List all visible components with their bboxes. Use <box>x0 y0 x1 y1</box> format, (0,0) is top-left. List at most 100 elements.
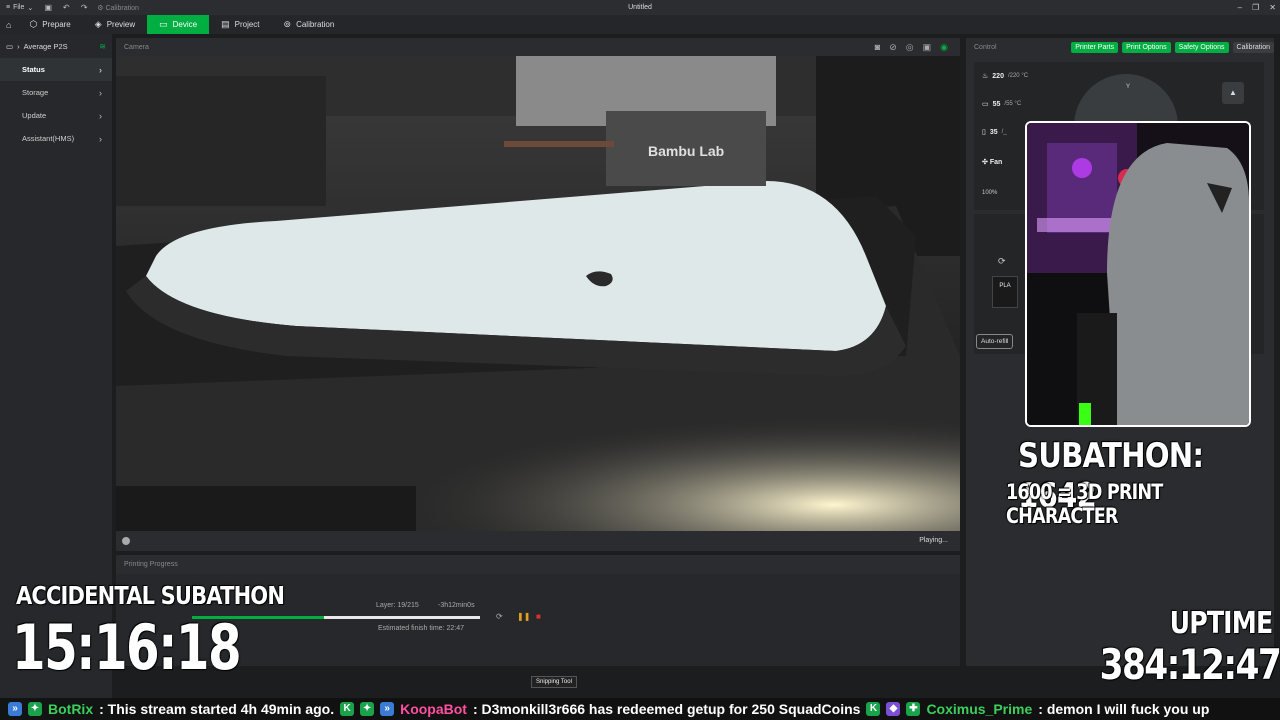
live-icon[interactable]: ◉ <box>940 42 948 53</box>
accidental-subathon-label: ACCIDENTAL SUBATHON <box>16 581 285 610</box>
save-icon[interactable]: ▣ <box>43 3 53 13</box>
layer-count: Layer: 19/215 <box>376 602 419 609</box>
kick-icon: K <box>866 702 881 716</box>
subathon-goal-note: 1600 = 3D PRINT CHARACTER <box>1006 480 1163 528</box>
title-bar: ≡ File ⌄ ▣ ↶ ↷ ⚙ Calibration Untitled – … <box>0 0 1280 15</box>
bambu-lab-logo: Bambu Lab <box>648 143 724 159</box>
auto-refill-button[interactable]: Auto-refill <box>976 334 1014 349</box>
estimated-finish-time: Estimated finish time: 22:47 <box>378 625 464 632</box>
bot-icon: ✦ <box>28 702 42 716</box>
printer-parts-button[interactable]: Printer Parts <box>1071 41 1119 53</box>
nozzle-temp[interactable]: ♨ 220/220 °C <box>982 72 1028 81</box>
printer-icon: ▭ <box>6 41 14 51</box>
tab-preview[interactable]: ◈ Preview <box>83 15 147 34</box>
calibration-shortcut[interactable]: ⚙ Calibration <box>97 4 139 12</box>
timelapse-icon[interactable]: ◎ <box>906 42 914 53</box>
device-icon: ▭ <box>159 19 168 29</box>
camera-footer: Playing... <box>116 531 960 551</box>
minimize-icon[interactable]: – <box>1238 3 1242 12</box>
chevron-right-icon: › <box>99 110 102 121</box>
jog-y-label: Y <box>1126 84 1131 90</box>
z-up-button[interactable]: ▲ <box>1222 82 1244 104</box>
chat-username: KoopaBot <box>400 701 467 717</box>
bot-icon: ✦ <box>360 702 375 716</box>
bed-icon: ▭ <box>982 101 989 108</box>
user-camera-icon[interactable]: ◙ <box>875 42 880 53</box>
chevron-down-icon: ⌄ <box>27 4 34 12</box>
record-icon[interactable]: ▣ <box>923 42 932 53</box>
platform-icon: » <box>8 702 22 716</box>
tab-preview-label: Preview <box>106 20 136 29</box>
uptime-value: 384:12:47 <box>1099 640 1280 689</box>
device-name: Average P2S <box>23 41 68 51</box>
calibration-icon: ⊚ <box>283 19 292 29</box>
file-menu-label: File <box>13 4 25 11</box>
chevron-right-icon: › <box>17 41 20 51</box>
sidebar-item-label: Assistant(HMS) <box>22 134 75 143</box>
tab-project[interactable]: ▤ Project <box>209 15 271 34</box>
project-icon: ▤ <box>221 19 230 29</box>
chamber-icon: ▯ <box>982 129 986 136</box>
refresh-icon[interactable]: ⟳ <box>998 256 1006 267</box>
tab-prepare[interactable]: ⬡ Prepare <box>17 15 82 34</box>
safety-options-button[interactable]: Safety Options <box>1174 41 1229 53</box>
close-icon[interactable]: ✕ <box>1269 3 1276 12</box>
kick-icon: K <box>340 702 355 716</box>
sidebar-item-update[interactable]: Update › <box>0 104 112 127</box>
camera-feed-image: Bambu Lab <box>116 56 960 531</box>
maximize-icon[interactable]: ❐ <box>1252 3 1259 12</box>
main-tab-bar: ⌂ ⬡ Prepare ◈ Preview ▭ Device ▤ Project ⊚ Ca… <box>0 15 1280 34</box>
undo-icon[interactable]: ↶ <box>61 3 71 13</box>
menu-icon: ≡ <box>6 4 11 11</box>
fan-label: Fan <box>989 159 1003 166</box>
nozzle-temp-value: 220 <box>992 72 1004 80</box>
chevron-right-icon: › <box>99 133 102 144</box>
fan-speed: 100% <box>982 190 998 196</box>
bed-temp[interactable]: ▭ 55/55 °C <box>982 100 1022 109</box>
platform-icon: » <box>380 702 395 716</box>
calibration-shortcut-label: Calibration <box>105 4 139 12</box>
sidebar-item-hms[interactable]: Assistant(HMS) › <box>0 127 112 150</box>
sidebar-item-label: Storage <box>22 88 49 97</box>
tab-device[interactable]: ▭ Device <box>147 15 210 34</box>
camera-feed[interactable]: Bambu Lab <box>116 56 960 531</box>
settings-icon[interactable] <box>122 537 130 545</box>
file-menu[interactable]: ≡ File ⌄ <box>0 4 39 12</box>
chamber-temp-target: /_ <box>1001 129 1007 135</box>
bed-temp-value: 55 <box>992 100 1001 108</box>
fan-control[interactable]: ✣ Fan <box>982 158 1002 166</box>
refresh-icon[interactable]: ⟳ <box>496 612 503 621</box>
bed-temp-target: /55 °C <box>1004 101 1022 107</box>
camera-off-icon[interactable]: ⊘ <box>889 42 897 53</box>
uptime-label: UPTIME <box>1169 606 1273 641</box>
tab-calibration-label: Calibration <box>296 20 335 29</box>
camera-header: Camera ◙ ⊘ ◎ ▣ ◉ <box>116 38 960 56</box>
home-button[interactable]: ⌂ <box>0 15 17 34</box>
control-header: Control Printer Parts Print Options Safe… <box>966 38 1274 56</box>
time-remaining: -3h12min0s <box>438 602 475 609</box>
chamber-temp[interactable]: ▯ 35/_ <box>982 128 1007 137</box>
chamber-temp-value: 35 <box>989 128 998 136</box>
prepare-icon: ⬡ <box>29 19 38 29</box>
calibration-button[interactable]: Calibration <box>1232 41 1274 53</box>
sidebar-item-storage[interactable]: Storage › <box>0 81 112 104</box>
print-options-button[interactable]: Print Options <box>1122 41 1171 53</box>
chat-username: Coximus_Prime <box>926 701 1033 717</box>
sidebar-item-label: Update <box>22 111 47 120</box>
wifi-icon: ≋ <box>99 41 106 51</box>
stop-icon[interactable]: ■ <box>536 612 541 621</box>
chat-message: : D3monkill3r666 has redeemed getup for … <box>472 701 861 717</box>
tab-calibration[interactable]: ⊚ Calibration <box>272 15 347 34</box>
device-selector[interactable]: ▭ › Average P2S ≋ <box>0 34 112 58</box>
filament-slot[interactable]: PLA <box>992 276 1018 308</box>
snipping-tool-tooltip: Snipping Tool <box>531 676 577 688</box>
pause-icon[interactable]: ❚❚ <box>517 612 530 621</box>
sidebar-item-label: Status <box>22 65 45 74</box>
home-icon: ⌂ <box>6 19 12 30</box>
chat-message: : demon I will fuck you up <box>1038 701 1210 717</box>
tab-prepare-label: Prepare <box>42 20 71 29</box>
tab-project-label: Project <box>234 20 260 29</box>
redo-icon[interactable]: ↷ <box>79 3 89 13</box>
sidebar-item-status[interactable]: Status › <box>0 58 112 81</box>
nozzle-icon: ♨ <box>982 73 989 80</box>
